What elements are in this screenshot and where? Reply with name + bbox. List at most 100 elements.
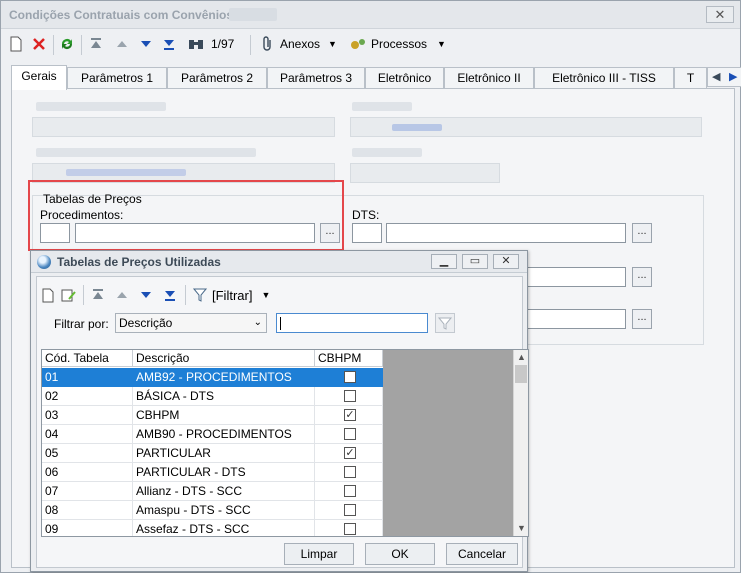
filter-by-select[interactable]: Descrição ⌄ [115,313,267,333]
tab-gerais[interactable]: Gerais [11,65,67,90]
last-record-icon[interactable] [163,282,177,308]
dts-label: DTS: [352,208,380,222]
first-record-icon[interactable] [89,31,103,57]
table-row[interactable]: 08 Amaspu - DTS - SCC [42,501,383,520]
new-icon[interactable] [9,31,23,57]
edit-icon[interactable] [61,282,77,308]
arrow-right-icon[interactable]: ▶ [729,70,737,83]
limpar-button[interactable]: Limpar [284,543,354,565]
dialog-title-bar: Tabelas de Preços Utilizadas ▁ ▭ ✕ [31,251,527,273]
cell-code: 09 [42,520,133,536]
cbhpm-checkbox[interactable]: ✓ [344,409,356,421]
next-record-icon[interactable] [139,31,153,57]
chevron-down-icon: ▼ [328,39,337,49]
cell-cbhpm [315,463,383,482]
filter-menu[interactable]: [Filtrar] ▼ [193,282,270,308]
cell-code: 04 [42,425,133,444]
new-icon[interactable] [42,282,54,308]
first-record-icon[interactable] [91,282,105,308]
dts-lookup-button[interactable]: ... [632,223,652,243]
field-input-3[interactable] [516,309,626,329]
previous-record-icon[interactable] [115,282,129,308]
lookup-button-2[interactable]: ... [632,267,652,287]
dts-desc-input[interactable] [386,223,626,243]
tab-eletronico-ii[interactable]: Eletrônico II [444,67,534,89]
chevron-down-icon: ▼ [437,39,446,49]
table-row[interactable]: 02 BÁSICA - DTS [42,387,383,406]
filter-text-input[interactable] [276,313,428,333]
refresh-icon[interactable] [59,31,75,57]
cbhpm-checkbox[interactable]: ✓ [344,447,356,459]
cell-description: AMB92 - PROCEDIMENTOS [133,368,315,387]
cbhpm-checkbox[interactable] [344,485,356,497]
table-row[interactable]: 05 PARTICULAR ✓ [42,444,383,463]
cell-description: CBHPM [133,406,315,425]
tab-eletronico[interactable]: Eletrônico [365,67,444,89]
tab-eletronico-iii-tiss[interactable]: Eletrônico III - TISS [534,67,674,89]
tab-overflow[interactable]: T [674,67,707,89]
field-input-2[interactable] [516,267,626,287]
paperclip-icon [263,36,271,51]
next-record-icon[interactable] [139,282,153,308]
main-window: Condições Contratuais com Convênios: ✕ 1… [0,0,741,573]
column-header-code[interactable]: Cód. Tabela [42,350,133,367]
previous-record-icon[interactable] [115,31,129,57]
attachments-menu[interactable]: Anexos ▼ [260,31,337,57]
table-row[interactable]: 07 Allianz - DTS - SCC [42,482,383,501]
cbhpm-checkbox[interactable] [344,428,356,440]
cbhpm-checkbox[interactable] [344,504,356,516]
cell-code: 08 [42,501,133,520]
cell-cbhpm: ✓ [315,444,383,463]
cell-code: 05 [42,444,133,463]
cell-cbhpm [315,482,383,501]
minimize-button[interactable]: ▁ [431,254,457,269]
cell-description: AMB90 - PROCEDIMENTOS [133,425,315,444]
lookup-button-3[interactable]: ... [632,309,652,329]
column-header-cbhpm[interactable]: CBHPM [315,350,383,367]
apply-filter-button[interactable] [435,313,455,333]
anexos-label: Anexos [280,37,321,51]
dts-code-input[interactable] [352,223,382,243]
cell-cbhpm [315,425,383,444]
tab-parametros-3[interactable]: Parâmetros 3 [267,67,365,89]
cancelar-button[interactable]: Cancelar [446,543,518,565]
table-row[interactable]: 06 PARTICULAR - DTS [42,463,383,482]
cell-cbhpm [315,387,383,406]
table-row[interactable]: 03 CBHPM ✓ [42,406,383,425]
cell-description: Amaspu - DTS - SCC [133,501,315,520]
table-row[interactable]: 09 Assefaz - DTS - SCC [42,520,383,536]
window-title: Condições Contratuais com Convênios: [9,8,238,22]
cell-cbhpm [315,520,383,536]
last-record-icon[interactable] [162,31,176,57]
cell-code: 01 [42,368,133,387]
cell-cbhpm: ✓ [315,406,383,425]
column-header-description[interactable]: Descrição [133,350,315,367]
close-button[interactable]: ✕ [706,6,734,23]
table-row[interactable]: 01 AMB92 - PROCEDIMENTOS [42,368,383,387]
cell-code: 03 [42,406,133,425]
cbhpm-checkbox[interactable] [344,390,356,402]
maximize-button[interactable]: ▭ [462,254,488,269]
vertical-scrollbar[interactable]: ▲ ▼ [513,350,528,536]
title-bar: Condições Contratuais com Convênios: ✕ [1,1,740,29]
cbhpm-checkbox[interactable] [344,523,356,535]
processes-menu[interactable]: Processos ▼ [349,31,446,57]
dialog-app-icon [37,255,51,269]
cell-code: 07 [42,482,133,501]
highlight-box [28,180,344,251]
dialog-close-button[interactable]: ✕ [493,254,519,269]
tab-parametros-2[interactable]: Parâmetros 2 [167,67,267,89]
cbhpm-checkbox[interactable] [344,371,356,383]
toolbar: 1/97 Anexos ▼ Processos ▼ [1,31,740,59]
cbhpm-checkbox[interactable] [344,466,356,478]
table-row[interactable]: 04 AMB90 - PROCEDIMENTOS [42,425,383,444]
ok-button[interactable]: OK [365,543,435,565]
dialog-body: [Filtrar] ▼ Filtrar por: Descrição ⌄ Cód… [36,276,529,568]
delete-icon[interactable] [31,31,47,57]
arrow-left-icon[interactable]: ◀ [712,70,720,83]
blurred-title-value [229,8,277,21]
dialog-title: Tabelas de Preços Utilizadas [57,255,221,269]
filter-label: [Filtrar] [212,287,253,303]
binoculars-icon[interactable] [188,31,204,57]
tab-parametros-1[interactable]: Parâmetros 1 [67,67,167,89]
